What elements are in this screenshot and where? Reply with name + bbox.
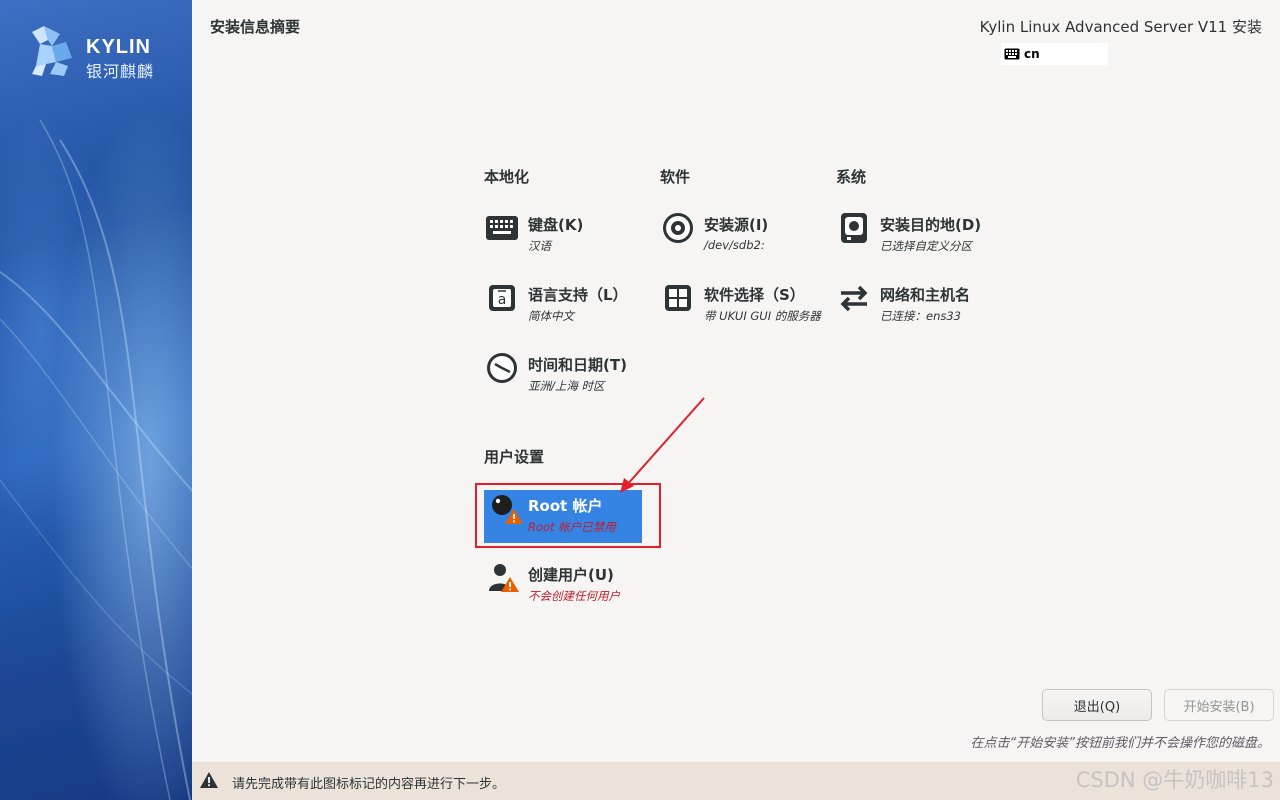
logo-chinese-text: 银河麒麟 xyxy=(86,62,155,81)
spoke-user-status: 不会创建任何用户 xyxy=(528,589,620,603)
clock-icon xyxy=(484,350,520,386)
logo-text: KYLIN xyxy=(86,36,151,58)
spoke-root-status: Root 帐户已禁用 xyxy=(528,520,616,534)
spoke-keyboard-title: 键盘(K) xyxy=(528,216,584,234)
spoke-create-user[interactable]: 创建用户(U) 不会创建任何用户 xyxy=(484,560,644,606)
user-warning-icon xyxy=(484,560,520,596)
spoke-destination-status: 已选择自定义分区 xyxy=(880,239,972,253)
spoke-keyboard-status: 汉语 xyxy=(528,239,551,253)
section-software: 软件 xyxy=(660,168,691,186)
spoke-root-title: Root 帐户 xyxy=(528,497,603,515)
keyboard-layout-label: cn xyxy=(1024,47,1040,61)
spoke-source-status: /dev/sdb2: xyxy=(704,238,765,252)
spoke-language-status: 简体中文 xyxy=(528,309,574,323)
warning-message: 请先完成带有此图标标记的内容再进行下一步。 xyxy=(232,777,506,792)
language-icon: a xyxy=(484,280,520,316)
section-user-settings: 用户设置 xyxy=(484,448,545,466)
disk-hint-text: 在点击“开始安装”按钮前我们并不会操作您的磁盘。 xyxy=(970,736,1270,751)
kylin-logo: KYLIN 银河麒麟 xyxy=(26,22,176,81)
quit-button[interactable]: 退出(Q) xyxy=(1042,689,1152,721)
spoke-time-title: 时间和日期(T) xyxy=(528,356,627,374)
sidebar: KYLIN 银河麒麟 xyxy=(0,0,192,800)
spoke-network-status: 已连接：ens33 xyxy=(880,309,961,323)
spoke-install-destination[interactable]: 安装目的地(D) 已选择自定义分区 xyxy=(836,210,1006,256)
spoke-software-title: 软件选择（S） xyxy=(704,286,805,304)
product-title: Kylin Linux Advanced Server V11 安装 xyxy=(979,18,1262,36)
warning-icon xyxy=(200,772,218,792)
kylin-emblem-icon xyxy=(32,26,72,76)
keyboard-icon xyxy=(1004,48,1020,60)
spoke-source-title: 安装源(I) xyxy=(704,216,769,234)
keyboard-icon xyxy=(484,210,520,246)
begin-installation-button[interactable]: 开始安装(B) xyxy=(1164,689,1274,721)
spoke-user-title: 创建用户(U) xyxy=(528,566,614,584)
svg-text:a: a xyxy=(498,292,507,308)
spoke-network-title: 网络和主机名 xyxy=(880,286,971,304)
network-arrows-icon xyxy=(836,280,872,316)
spoke-software-status: 带 UKUI GUI 的服务器 xyxy=(704,309,821,323)
spoke-network-hostname[interactable]: 网络和主机名 已连接：ens33 xyxy=(836,280,1006,326)
keyboard-layout-indicator[interactable]: cn xyxy=(1001,43,1108,65)
section-localization: 本地化 xyxy=(484,168,530,186)
spoke-software-selection[interactable]: 软件选择（S） 带 UKUI GUI 的服务器 xyxy=(660,280,830,326)
section-system: 系统 xyxy=(836,168,867,186)
root-user-warning-icon xyxy=(488,493,523,529)
package-icon xyxy=(660,280,696,316)
sidebar-wave-decoration xyxy=(0,119,192,800)
spoke-language-title: 语言支持（L） xyxy=(528,286,628,304)
annotation-arrow xyxy=(620,397,705,493)
spoke-install-source[interactable]: 安装源(I) /dev/sdb2: xyxy=(660,210,820,256)
spoke-destination-title: 安装目的地(D) xyxy=(880,216,982,234)
disc-icon xyxy=(660,210,696,246)
watermark: CSDN @牛奶咖啡13 xyxy=(1075,768,1274,792)
harddisk-icon xyxy=(836,210,872,246)
spoke-keyboard[interactable]: 键盘(K) 汉语 xyxy=(484,210,644,256)
page-title: 安装信息摘要 xyxy=(210,18,301,36)
spoke-time-status: 亚洲/上海 时区 xyxy=(528,379,605,393)
spoke-language[interactable]: a 语言支持（L） 简体中文 xyxy=(484,280,644,326)
